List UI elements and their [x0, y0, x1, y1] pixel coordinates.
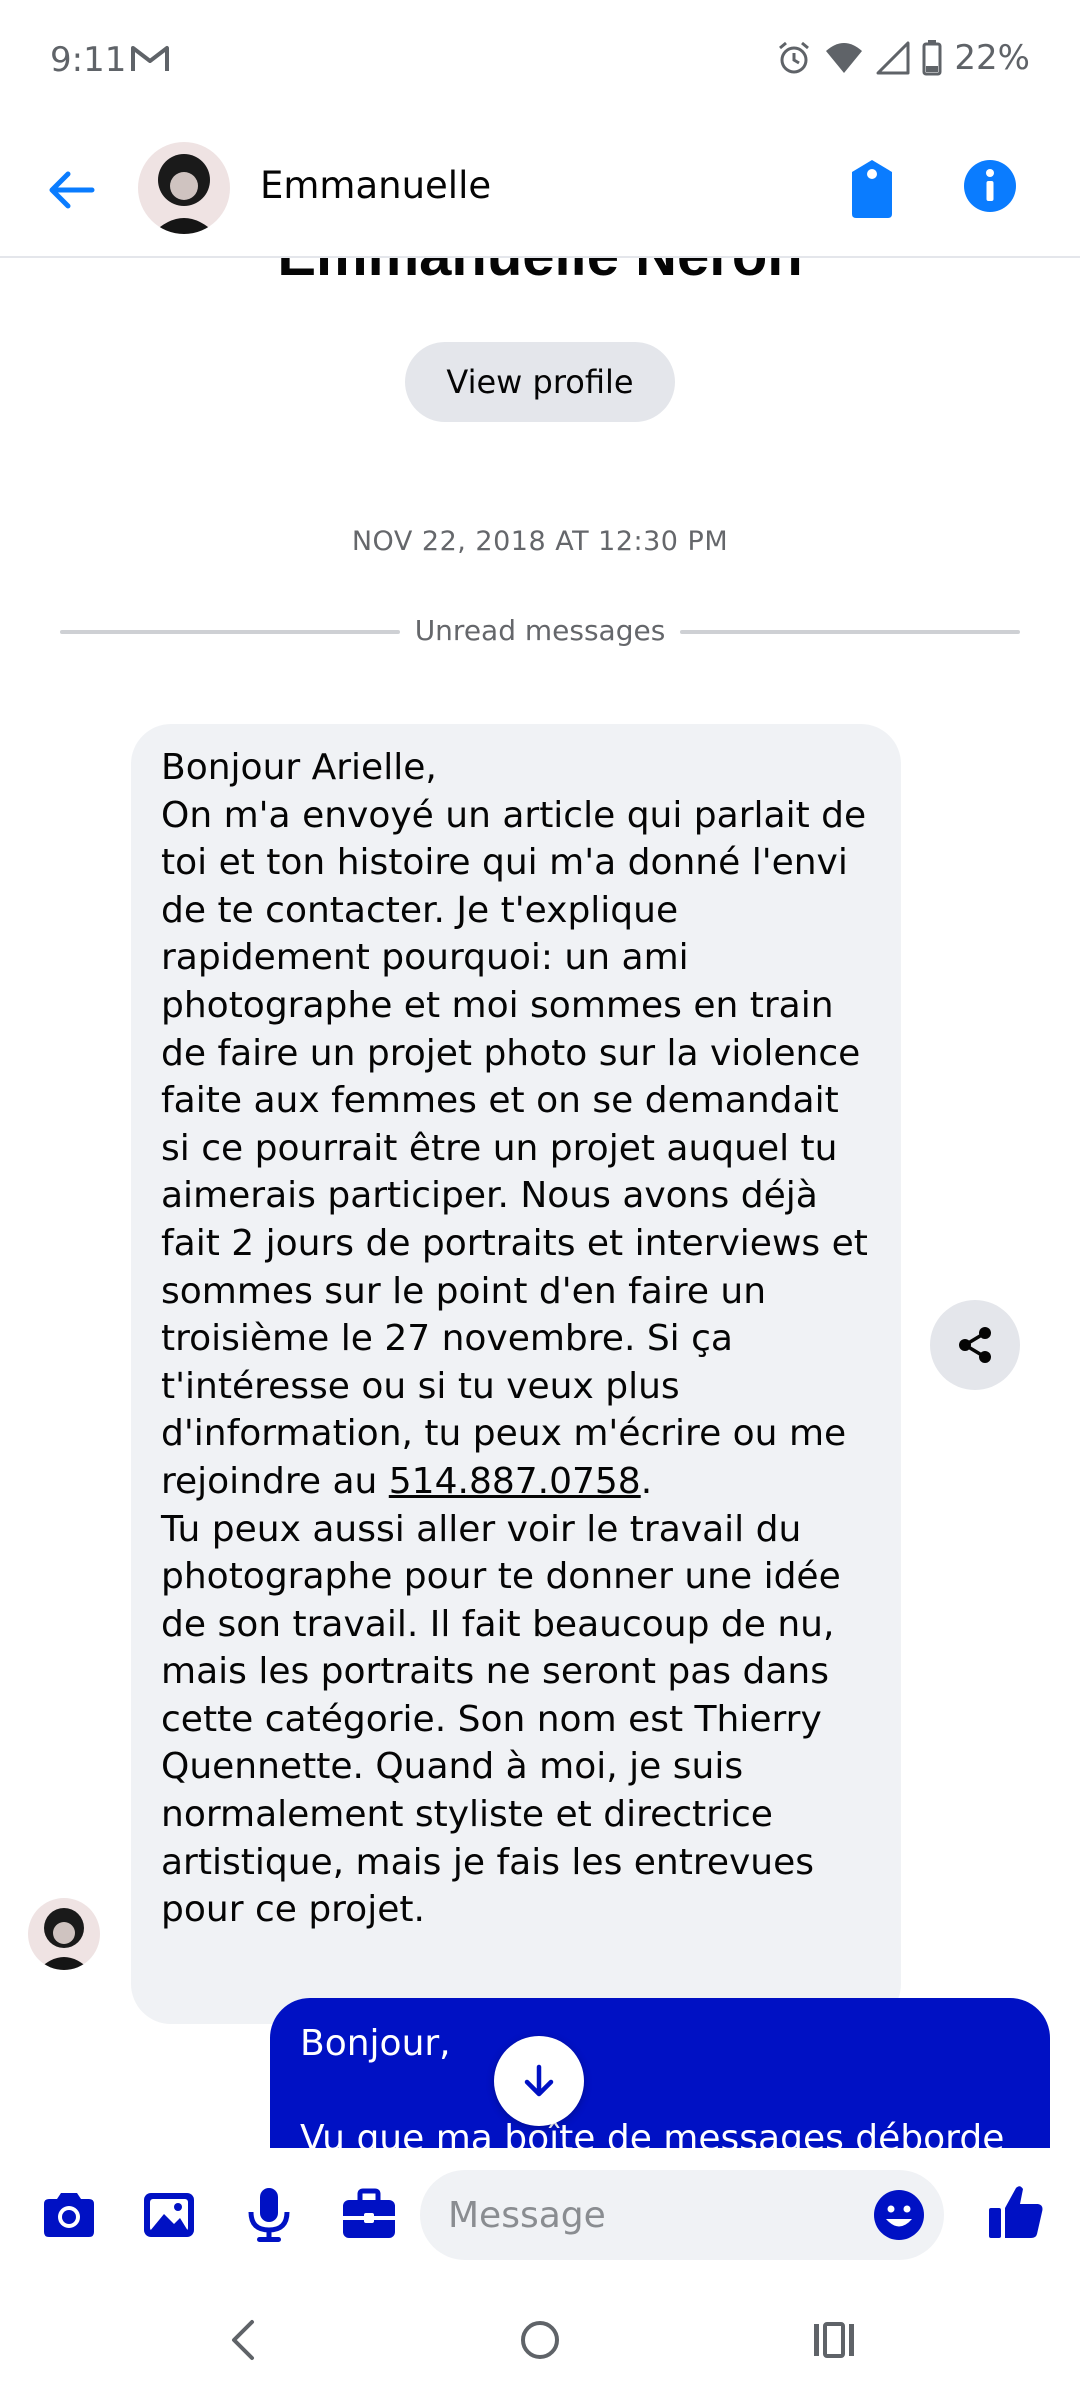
- status-icons: 22%: [776, 38, 1030, 78]
- alarm-icon: [779, 41, 810, 74]
- message-composer: [0, 2148, 1080, 2282]
- briefcase-icon[interactable]: [340, 2186, 398, 2244]
- avatar[interactable]: [138, 142, 230, 234]
- tag-icon[interactable]: [846, 158, 898, 220]
- message-timestamp: NOV 22, 2018 AT 12:30 PM: [351, 526, 729, 557]
- status-bar: 9:11 22%: [0, 0, 1080, 126]
- gallery-icon[interactable]: [140, 2186, 198, 2244]
- sender-avatar[interactable]: [28, 1898, 100, 1970]
- contact-name[interactable]: Emmanuelle: [260, 164, 491, 207]
- view-profile-button[interactable]: View profile: [405, 342, 675, 422]
- message-text: Bonjour Arielle, On m'a envoyé un articl…: [161, 747, 868, 1502]
- unread-divider: Unread messages: [60, 612, 1020, 652]
- thumbs-up-icon[interactable]: [986, 2182, 1046, 2242]
- system-nav-bar: [0, 2282, 1080, 2400]
- wifi-icon: [826, 43, 863, 73]
- info-icon[interactable]: [962, 158, 1018, 214]
- status-time: 9:11: [50, 40, 127, 80]
- message-thread[interactable]: Emmanuelle Neron View profile NOV 22, 20…: [0, 256, 1080, 2148]
- share-button[interactable]: [930, 1300, 1020, 1390]
- message-input[interactable]: [420, 2170, 944, 2260]
- profile-full-name: Emmanuelle Neron: [0, 256, 1080, 289]
- home-nav-icon[interactable]: [510, 2310, 570, 2370]
- battery-icon: [922, 40, 942, 76]
- back-arrow-icon[interactable]: [42, 162, 98, 218]
- back-nav-icon[interactable]: [214, 2310, 274, 2370]
- camera-icon[interactable]: [40, 2186, 98, 2244]
- gmail-icon: [131, 46, 169, 71]
- microphone-icon[interactable]: [240, 2186, 298, 2244]
- incoming-message-bubble[interactable]: Bonjour Arielle, On m'a envoyé un articl…: [131, 724, 901, 2024]
- message-text: . Tu peux aussi aller voir le travail du…: [161, 1460, 841, 1931]
- cellular-signal-icon: [876, 41, 910, 75]
- battery-percent: 22%: [954, 38, 1030, 78]
- arrow-down-icon: [524, 2064, 554, 2097]
- phone-number-link[interactable]: 514.887.0758: [389, 1461, 641, 1502]
- recents-nav-icon[interactable]: [804, 2310, 864, 2370]
- outgoing-message-bubble[interactable]: Bonjour, Vu que ma boîte de messages déb…: [270, 1998, 1050, 2148]
- divider-line: [680, 630, 1020, 634]
- share-icon: [959, 1327, 991, 1363]
- scroll-to-bottom-button[interactable]: [494, 2036, 584, 2126]
- conversation-header: Emmanuelle: [0, 126, 1080, 258]
- emoji-icon[interactable]: [872, 2188, 926, 2242]
